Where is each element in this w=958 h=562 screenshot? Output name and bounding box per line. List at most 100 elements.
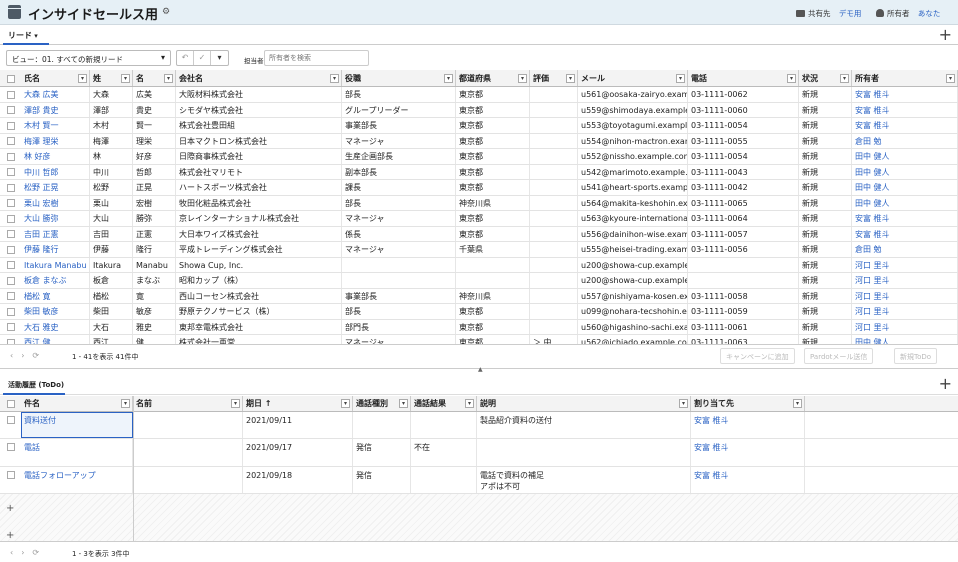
leads-row[interactable]: 松野 正晃 松野 正晃 ハートスポーツ株式会社 課長 東京都 u541@heart-spor… [0,180,958,196]
cell[interactable]: 新規 [799,102,852,117]
cell-link[interactable]: 吉田 正憲 [21,226,90,241]
cell[interactable]: 03-1111-0065 [688,195,799,210]
row-checkbox[interactable] [7,245,15,254]
cell[interactable]: 楢松 [90,288,133,303]
cell[interactable]: 新規 [799,195,852,210]
column-header[interactable]: 状況 ▾ [799,70,852,86]
cell[interactable]: 03-1111-0058 [688,288,799,303]
cell[interactable]: 大山 [90,211,133,226]
row-checkbox[interactable] [7,168,15,177]
cell[interactable]: 哲郎 [133,164,176,179]
cell[interactable] [477,439,691,466]
cell[interactable] [530,118,578,133]
cell[interactable]: 部長 [342,304,456,319]
cell[interactable]: 理栄 [133,133,176,148]
cell[interactable]: 西山コーセン株式会社 [176,288,342,303]
select-all-checkbox[interactable] [7,400,15,408]
cell[interactable]: 千葉県 [456,242,530,257]
cell[interactable]: u559@shimodaya.example.... [578,102,688,117]
cell[interactable] [530,273,578,288]
cell[interactable]: 東京都 [456,319,530,334]
cell[interactable] [411,467,477,493]
cell[interactable]: 新規 [799,288,852,303]
cell[interactable]: 東京都 [456,133,530,148]
cell[interactable]: 発信 [353,439,411,466]
cell[interactable]: Itakura [90,257,133,272]
cell[interactable]: 澤部 [90,102,133,117]
leads-row[interactable]: 林 好彦林好彦 日際商事株式会社 生産企画部長 東京都 u552@nissho.exam… [0,149,958,165]
owner-value-link[interactable]: あなた [918,9,941,18]
cell[interactable]: 生産企画部長 [342,149,456,164]
column-filter-icon[interactable]: ▾ [164,73,173,83]
leads-row[interactable]: 梅澤 理栄 梅澤 理栄 日本マクトロン株式会社 マネージャ 東京都 u554@nihon-m… [0,133,958,149]
column-filter-icon[interactable]: ▾ [78,73,87,83]
row-checkbox[interactable] [7,214,15,223]
cell[interactable]: 大阪材料株式会社 [176,87,342,102]
cell[interactable] [342,257,456,272]
row-checkbox[interactable] [7,307,15,316]
column-filter-icon[interactable]: ▾ [444,73,453,83]
cell[interactable]: 新規 [799,319,852,334]
cell-link[interactable]: 電話フォローアップ [21,467,133,493]
cell-link[interactable]: 中川 哲郎 [21,164,90,179]
column-header[interactable]: 名 ▾ [133,70,176,86]
cell[interactable]: 電話で資料の補足 アポは不可 [477,467,691,493]
cell-link[interactable]: 栗山 宏樹 [21,195,90,210]
cell-link[interactable]: 河口 里斗 [852,304,958,319]
cell[interactable] [133,412,243,438]
column-filter-icon[interactable]: ▾ [946,73,955,83]
column-header[interactable]: 説明 ▾ [477,396,691,411]
cell-link[interactable]: 松野 正晃 [21,180,90,195]
cell[interactable]: 健 [133,335,176,344]
cell[interactable]: 東京都 [456,180,530,195]
cell[interactable]: 新規 [799,257,852,272]
cell[interactable]: 宏樹 [133,195,176,210]
cell[interactable] [456,273,530,288]
cell[interactable]: 梅澤 [90,133,133,148]
row-checkbox[interactable] [7,137,15,146]
cell[interactable] [133,467,243,493]
shared-value-link[interactable]: デモ用 [839,9,862,18]
cell[interactable]: 京レインターナショナル株式会社 [176,211,342,226]
cell[interactable]: 大森 [90,87,133,102]
cell-link[interactable]: 河口 里斗 [852,319,958,334]
cell[interactable]: 事業部長 [342,288,456,303]
cell[interactable]: 不在 [411,439,477,466]
row-checkbox[interactable] [7,292,15,301]
cell-link[interactable]: 安富 椎斗 [852,211,958,226]
cell[interactable] [530,180,578,195]
cell[interactable] [530,133,578,148]
cell[interactable]: マネージャ [342,335,456,344]
column-header[interactable]: 名前 ▾ [133,396,243,411]
cell[interactable]: 新規 [799,273,852,288]
view-select[interactable]: ビュー：01. すべての新規リード [6,50,171,66]
cell[interactable] [133,439,243,466]
leads-row[interactable]: Itakura Manabu Itakura Manabu Showa Cup, In… [0,257,958,273]
cell[interactable]: 03-1111-0064 [688,211,799,226]
cell-link[interactable]: 大石 雅史 [21,319,90,334]
cell[interactable]: マネージャ [342,242,456,257]
cell[interactable]: u560@higashino-sachi.exa... [578,319,688,334]
cell[interactable]: u557@nishiyama-kosen.exa... [578,288,688,303]
row-checkbox[interactable] [7,261,15,270]
cell[interactable]: Showa Cup, Inc. [176,257,342,272]
cell[interactable]: 新規 [799,211,852,226]
cell-link[interactable]: 資料送付 [21,412,133,438]
cell[interactable]: ＞ 中 [530,335,578,344]
cell-link[interactable]: 林 好彦 [21,149,90,164]
cell[interactable]: 好彦 [133,149,176,164]
cell[interactable]: 東京都 [456,102,530,117]
cell-link[interactable]: 倉田 勉 [852,133,958,148]
cell[interactable]: 株式会社豊田組 [176,118,342,133]
cell-link[interactable]: 河口 里斗 [852,288,958,303]
leads-row[interactable]: 伊藤 隆行 伊藤 隆行 平成トレーディング株式会社 マネージャ 千葉県 u555@heise… [0,242,958,258]
cell[interactable]: 東邦幸電株式会社 [176,319,342,334]
cell[interactable]: 中川 [90,164,133,179]
settings-gear-icon[interactable]: ⚙ [162,7,170,17]
cell[interactable]: u200@showa-cup.example.... [578,257,688,272]
cell[interactable]: 板倉 [90,273,133,288]
cell[interactable] [530,304,578,319]
column-header[interactable]: 都道府県 ▾ [456,70,530,86]
cell[interactable]: 正憲 [133,226,176,241]
check-icon[interactable]: ✓ [194,51,211,65]
